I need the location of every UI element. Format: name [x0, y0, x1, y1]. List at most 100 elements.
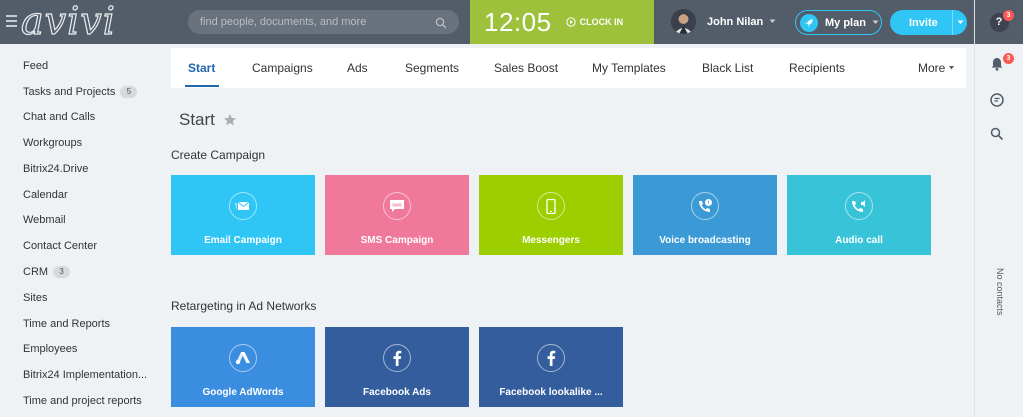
- tab-label: Recipients: [789, 61, 846, 75]
- tab-segments[interactable]: Segments: [405, 48, 459, 88]
- chevron-down-icon[interactable]: [769, 19, 776, 24]
- tab-label: Start: [188, 61, 216, 75]
- sidebar-item-label: Feed: [23, 60, 49, 72]
- search-input[interactable]: [200, 16, 435, 28]
- active-tab-indicator: [185, 85, 219, 87]
- email-campaign-tile[interactable]: Email Campaign: [171, 175, 315, 255]
- clock-time: 12:05: [484, 6, 552, 37]
- tile-label: Voice broadcasting: [659, 235, 751, 246]
- tab-start[interactable]: Start: [188, 48, 215, 88]
- sidebar-item-project-reports[interactable]: Time and project reports: [23, 391, 142, 411]
- voice-broadcasting-tile[interactable]: ! Voice broadcasting: [633, 175, 777, 255]
- tile-label: Google AdWords: [202, 387, 284, 398]
- tab-label: More: [918, 61, 946, 75]
- tab-ads[interactable]: Ads: [347, 48, 368, 88]
- facebook-icon: [537, 344, 565, 372]
- tab-label: Black List: [702, 61, 754, 75]
- tab-sales-boost[interactable]: Sales Boost: [494, 48, 558, 88]
- invite-button[interactable]: Invite: [890, 10, 967, 35]
- star-icon[interactable]: [223, 113, 237, 127]
- chat-icon[interactable]: [989, 92, 1005, 113]
- email-icon: [229, 192, 257, 220]
- no-contacts-text: No contacts: [995, 268, 1005, 316]
- retargeting-title: Retargeting in Ad Networks: [171, 299, 317, 313]
- my-plan-button[interactable]: My plan: [795, 10, 882, 35]
- facebook-lookalike-tile[interactable]: Facebook lookalike ...: [479, 327, 623, 407]
- tab-more[interactable]: More: [918, 48, 955, 88]
- user-name[interactable]: John Nilan: [707, 16, 763, 28]
- sidebar-item-feed[interactable]: Feed: [23, 56, 48, 76]
- tile-label: Email Campaign: [204, 235, 282, 246]
- sidebar-item-label: Workgroups: [23, 137, 83, 149]
- sidebar-item-contact-center[interactable]: Contact Center: [23, 236, 97, 256]
- sidebar-item-drive[interactable]: Bitrix24.Drive: [23, 159, 88, 179]
- invite-label: Invite: [909, 16, 938, 29]
- sidebar-item-crm[interactable]: CRM 3: [23, 262, 71, 282]
- tab-black-list[interactable]: Black List: [702, 48, 753, 88]
- facebook-icon: [383, 344, 411, 372]
- svg-text:SMS: SMS: [392, 203, 402, 208]
- google-adwords-tile[interactable]: Google AdWords: [171, 327, 315, 407]
- sms-campaign-tile[interactable]: SMS SMS Campaign: [325, 175, 469, 255]
- tile-label: Audio call: [835, 235, 883, 246]
- sidebar-item-employees[interactable]: Employees: [23, 339, 77, 359]
- page-title-text: Start: [179, 110, 215, 129]
- help-badge: 3: [1003, 10, 1014, 21]
- sidebar-item-label: Bitrix24.Drive: [23, 163, 89, 175]
- clock-in-button[interactable]: CLOCK IN: [565, 17, 623, 27]
- help-area: ? 3: [975, 0, 1023, 44]
- counter-badge: 3: [53, 266, 71, 278]
- my-plan-label: My plan: [825, 16, 866, 29]
- company-logo[interactable]: avivi: [20, 0, 116, 41]
- notifications-badge: 3: [1003, 53, 1014, 64]
- sms-icon: SMS: [383, 192, 411, 220]
- chevron-down-icon: [949, 66, 955, 70]
- smartphone-icon: [537, 192, 565, 220]
- counter-badge: 5: [120, 86, 138, 98]
- sidebar-item-label: CRM: [23, 266, 49, 278]
- sidebar-item-chat[interactable]: Chat and Calls: [23, 107, 95, 127]
- sidebar-item-label: Sites: [23, 292, 48, 304]
- search-icon[interactable]: [989, 126, 1005, 147]
- sidebar-item-label: Bitrix24 Implementation...: [23, 369, 148, 381]
- avatar[interactable]: [671, 9, 696, 34]
- facebook-ads-tile[interactable]: Facebook Ads: [325, 327, 469, 407]
- tile-label: Messengers: [522, 235, 580, 246]
- voice-broadcast-icon: !: [691, 192, 719, 220]
- rocket-icon: [800, 13, 818, 32]
- tab-label: Campaigns: [252, 61, 313, 75]
- page-title: Start: [179, 110, 237, 130]
- sidebar-item-workgroups[interactable]: Workgroups: [23, 133, 82, 153]
- divider: [951, 10, 953, 35]
- messengers-tile[interactable]: Messengers: [479, 175, 623, 255]
- chevron-down-icon: [872, 20, 879, 24]
- sidebar-item-calendar[interactable]: Calendar: [23, 185, 68, 205]
- tile-label: SMS Campaign: [360, 235, 434, 246]
- search-icon[interactable]: [435, 16, 447, 29]
- sidebar-item-time-reports[interactable]: Time and Reports: [23, 314, 110, 334]
- play-icon: [565, 17, 576, 27]
- right-panel: ? 3 3 No contacts: [974, 0, 1023, 417]
- clock-widget[interactable]: 12:05 CLOCK IN: [470, 0, 654, 44]
- tab-campaigns[interactable]: Campaigns: [252, 48, 313, 88]
- sidebar-item-sites[interactable]: Sites: [23, 288, 47, 308]
- tab-bar: Start Campaigns Ads Segments Sales Boost…: [171, 48, 966, 88]
- tab-my-templates[interactable]: My Templates: [592, 48, 666, 88]
- chevron-down-icon[interactable]: [957, 20, 964, 25]
- sidebar-item-label: Employees: [23, 343, 78, 355]
- sidebar-item-webmail[interactable]: Webmail: [23, 210, 66, 230]
- sidebar-item-label: Time and project reports: [23, 395, 142, 407]
- audio-call-tile[interactable]: Audio call: [787, 175, 931, 255]
- sidebar-item-implementation[interactable]: Bitrix24 Implementation...: [23, 365, 147, 385]
- sidebar-item-tasks[interactable]: Tasks and Projects 5: [23, 82, 138, 102]
- left-sidebar: Feed Tasks and Projects 5 Chat and Calls …: [0, 44, 160, 417]
- tab-label: Segments: [405, 61, 460, 75]
- tab-label: Sales Boost: [494, 61, 559, 75]
- search-bar[interactable]: [188, 10, 459, 34]
- create-campaign-title: Create Campaign: [171, 148, 266, 162]
- user-menu[interactable]: John Nilan: [671, 9, 776, 34]
- google-adwords-icon: [229, 344, 257, 372]
- top-header: avivi 12:05 CLOCK IN John Nilan My plan …: [0, 0, 974, 44]
- menu-toggle-icon[interactable]: [6, 15, 17, 27]
- tab-recipients[interactable]: Recipients: [789, 48, 845, 88]
